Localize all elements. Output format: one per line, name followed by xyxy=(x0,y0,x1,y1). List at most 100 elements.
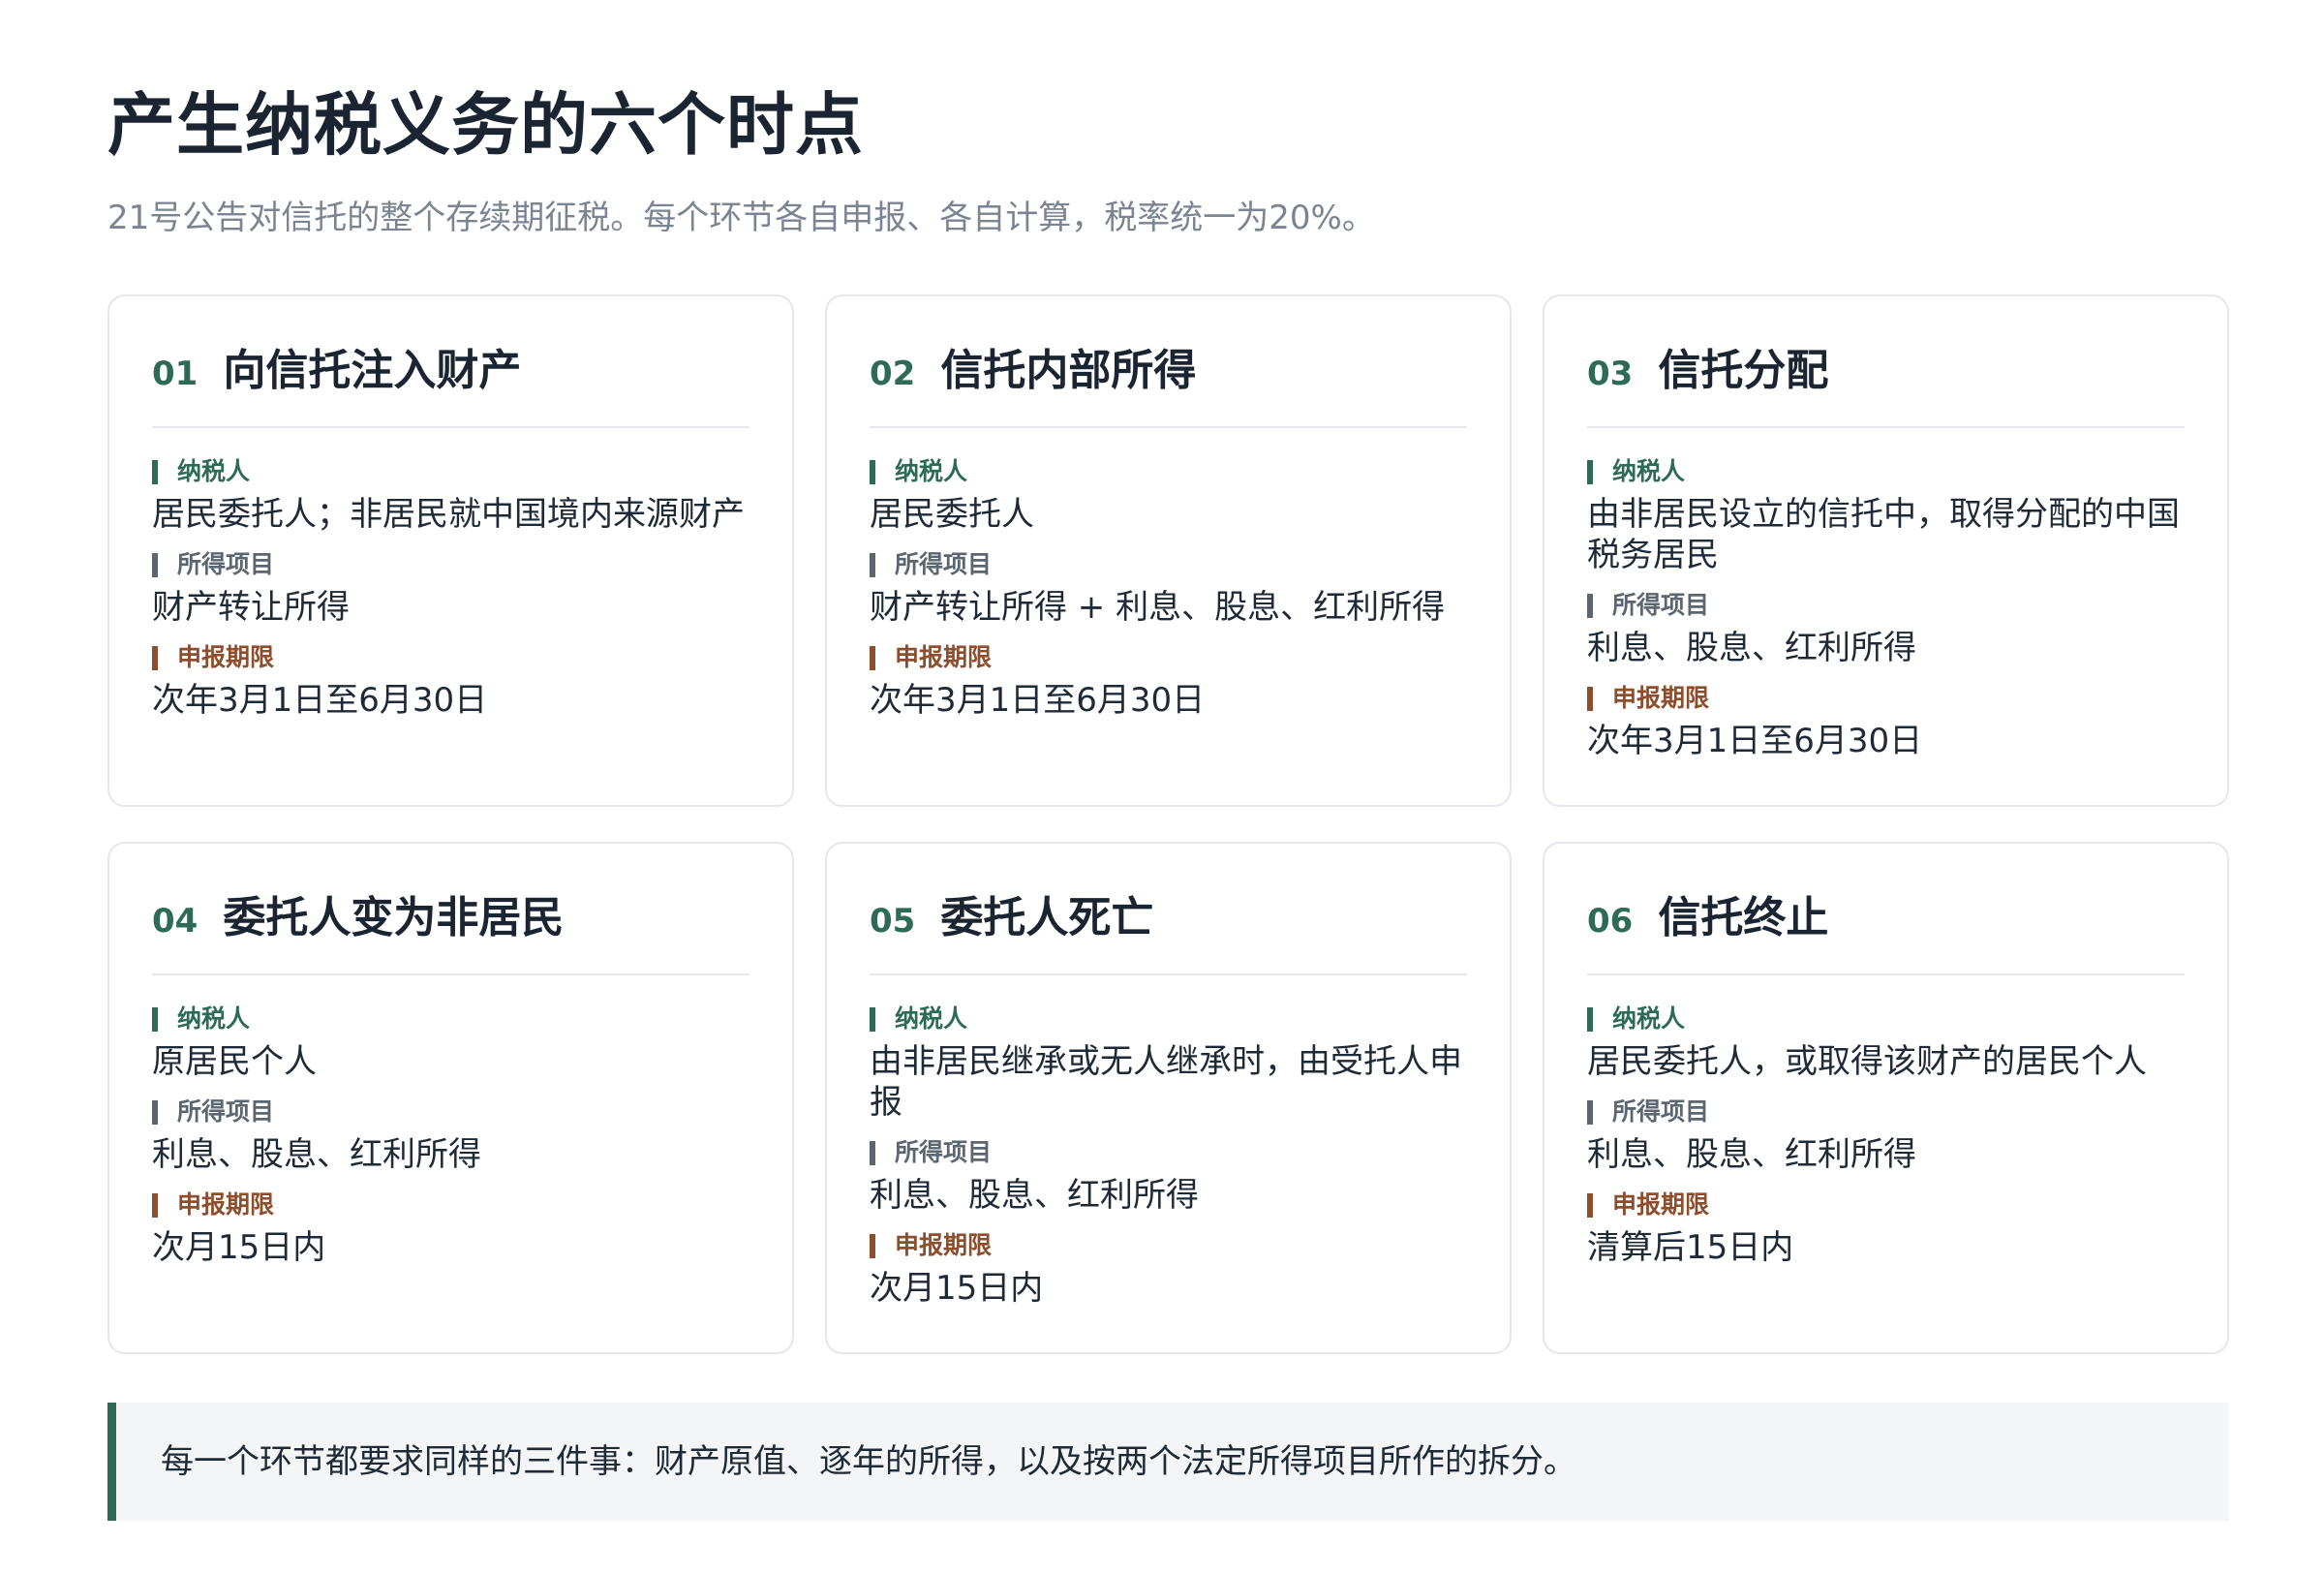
deadline-label: 申报期限 xyxy=(152,641,749,674)
card-header: 05 委托人死亡 xyxy=(870,890,1467,975)
deadline-value: 次月15日内 xyxy=(870,1269,1044,1308)
card-02: 02 信托内部所得 纳税人 居民委托人 所得项目 财产转让所得 + 利息、股息、… xyxy=(825,294,1512,807)
payer-bar-icon xyxy=(1587,459,1593,484)
deadline-label-text: 申报期限 xyxy=(895,643,993,671)
payer-label-text: 纳税人 xyxy=(1612,1004,1686,1033)
deadline-value: 次年3月1日至6月30日 xyxy=(1587,722,1923,760)
payer-label: 纳税人 xyxy=(1587,455,2185,488)
payer-label-text: 纳税人 xyxy=(895,457,968,485)
card-title: 信托内部所得 xyxy=(940,346,1197,395)
deadline-label: 申报期限 xyxy=(152,1189,749,1221)
item-label: 所得项目 xyxy=(870,548,1467,581)
page: 产生纳税义务的六个时点 21号公告对信托的整个存续期征税。每个环节各自申报、各自… xyxy=(0,0,2324,1575)
item-bar-icon xyxy=(1587,593,1593,618)
item-label-text: 所得项目 xyxy=(177,1097,275,1126)
deadline-value: 次月15日内 xyxy=(152,1228,326,1267)
deadline-label-text: 申报期限 xyxy=(895,1231,993,1259)
payer-value: 原居民个人 xyxy=(152,1042,317,1081)
item-bar-icon xyxy=(1587,1099,1593,1125)
payer-label-text: 纳税人 xyxy=(1612,457,1686,485)
card-number: 06 xyxy=(1587,902,1634,941)
card-number: 03 xyxy=(1587,355,1634,393)
deadline-label: 申报期限 xyxy=(1587,682,2185,715)
item-bar-icon xyxy=(870,552,875,577)
deadline-label: 申报期限 xyxy=(1587,1189,2185,1221)
item-label: 所得项目 xyxy=(1587,1096,2185,1128)
deadline-label-text: 申报期限 xyxy=(177,643,275,671)
item-value: 利息、股息、红利所得 xyxy=(1587,1135,1916,1174)
payer-label-text: 纳税人 xyxy=(177,1004,251,1033)
deadline-value: 次年3月1日至6月30日 xyxy=(870,681,1206,720)
deadline-label: 申报期限 xyxy=(870,641,1467,674)
card-title: 委托人死亡 xyxy=(940,893,1154,942)
payer-label-text: 纳税人 xyxy=(895,1004,968,1033)
card-title: 向信托注入财产 xyxy=(223,346,522,395)
payer-value: 由非居民继承或无人继承时，由受托人申报 xyxy=(870,1042,1462,1122)
payer-label: 纳税人 xyxy=(870,1003,1467,1035)
deadline-bar-icon xyxy=(870,645,875,670)
item-label: 所得项目 xyxy=(870,1136,1467,1169)
item-label: 所得项目 xyxy=(152,1096,749,1128)
card-grid: 01 向信托注入财产 纳税人 居民委托人；非居民就中国境内来源财产 所得项目 财… xyxy=(107,294,2229,1354)
item-label: 所得项目 xyxy=(152,548,749,581)
card-header: 04 委托人变为非居民 xyxy=(152,890,749,975)
page-title: 产生纳税义务的六个时点 xyxy=(107,85,864,165)
deadline-value: 次年3月1日至6月30日 xyxy=(152,681,488,720)
card-06: 06 信托终止 纳税人 居民委托人，或取得该财产的居民个人 所得项目 利息、股息… xyxy=(1543,842,2229,1354)
card-05: 05 委托人死亡 纳税人 由非居民继承或无人继承时，由受托人申报 所得项目 利息… xyxy=(825,842,1512,1354)
card-header: 03 信托分配 xyxy=(1587,343,2185,428)
payer-bar-icon xyxy=(870,459,875,484)
item-value: 利息、股息、红利所得 xyxy=(152,1135,481,1174)
payer-label: 纳税人 xyxy=(870,455,1467,488)
item-value: 利息、股息、红利所得 xyxy=(870,1176,1199,1215)
item-bar-icon xyxy=(870,1140,875,1165)
card-header: 06 信托终止 xyxy=(1587,890,2185,975)
deadline-label: 申报期限 xyxy=(870,1229,1467,1262)
summary-note: 每一个环节都要求同样的三件事：财产原值、逐年的所得，以及按两个法定所得项目所作的… xyxy=(107,1403,2229,1521)
item-label-text: 所得项目 xyxy=(895,550,993,578)
card-number: 02 xyxy=(870,355,916,393)
payer-bar-icon xyxy=(152,459,158,484)
item-label-text: 所得项目 xyxy=(1612,591,1710,619)
payer-value: 居民委托人 xyxy=(870,495,1034,534)
card-header: 02 信托内部所得 xyxy=(870,343,1467,428)
card-title: 委托人变为非居民 xyxy=(223,893,565,942)
payer-value: 居民委托人；非居民就中国境内来源财产 xyxy=(152,495,745,534)
item-label-text: 所得项目 xyxy=(177,550,275,578)
item-value: 财产转让所得 xyxy=(152,588,350,627)
card-03: 03 信托分配 纳税人 由非居民设立的信托中，取得分配的中国税务居民 所得项目 … xyxy=(1543,294,2229,807)
card-number: 04 xyxy=(152,902,199,941)
item-value: 财产转让所得 + 利息、股息、红利所得 xyxy=(870,588,1446,627)
item-label-text: 所得项目 xyxy=(1612,1097,1710,1126)
deadline-label-text: 申报期限 xyxy=(1612,684,1710,712)
card-04: 04 委托人变为非居民 纳税人 原居民个人 所得项目 利息、股息、红利所得 申报… xyxy=(107,842,794,1354)
item-label-text: 所得项目 xyxy=(895,1138,993,1166)
item-bar-icon xyxy=(152,1099,158,1125)
deadline-bar-icon xyxy=(870,1233,875,1258)
deadline-label-text: 申报期限 xyxy=(1612,1190,1710,1219)
deadline-bar-icon xyxy=(1587,686,1593,711)
card-header: 01 向信托注入财产 xyxy=(152,343,749,428)
payer-label: 纳税人 xyxy=(1587,1003,2185,1035)
card-01: 01 向信托注入财产 纳税人 居民委托人；非居民就中国境内来源财产 所得项目 财… xyxy=(107,294,794,807)
card-title: 信托终止 xyxy=(1658,893,1829,942)
payer-label: 纳税人 xyxy=(152,455,749,488)
deadline-bar-icon xyxy=(1587,1192,1593,1218)
payer-label: 纳税人 xyxy=(152,1003,749,1035)
deadline-bar-icon xyxy=(152,1192,158,1218)
payer-bar-icon xyxy=(1587,1006,1593,1032)
payer-value: 居民委托人，或取得该财产的居民个人 xyxy=(1587,1042,2147,1081)
card-number: 05 xyxy=(870,902,916,941)
item-value: 利息、股息、红利所得 xyxy=(1587,629,1916,667)
summary-note-text: 每一个环节都要求同样的三件事：财产原值、逐年的所得，以及按两个法定所得项目所作的… xyxy=(161,1442,1576,1481)
payer-value: 由非居民设立的信托中，取得分配的中国税务居民 xyxy=(1587,495,2180,574)
payer-bar-icon xyxy=(870,1006,875,1032)
item-label: 所得项目 xyxy=(1587,589,2185,622)
card-title: 信托分配 xyxy=(1658,346,1829,395)
deadline-value: 清算后15日内 xyxy=(1587,1228,1794,1267)
deadline-bar-icon xyxy=(152,645,158,670)
payer-bar-icon xyxy=(152,1006,158,1032)
payer-label-text: 纳税人 xyxy=(177,457,251,485)
item-bar-icon xyxy=(152,552,158,577)
page-subtitle: 21号公告对信托的整个存续期征税。每个环节各自申报、各自计算，税率统一为20%。 xyxy=(107,199,1375,237)
